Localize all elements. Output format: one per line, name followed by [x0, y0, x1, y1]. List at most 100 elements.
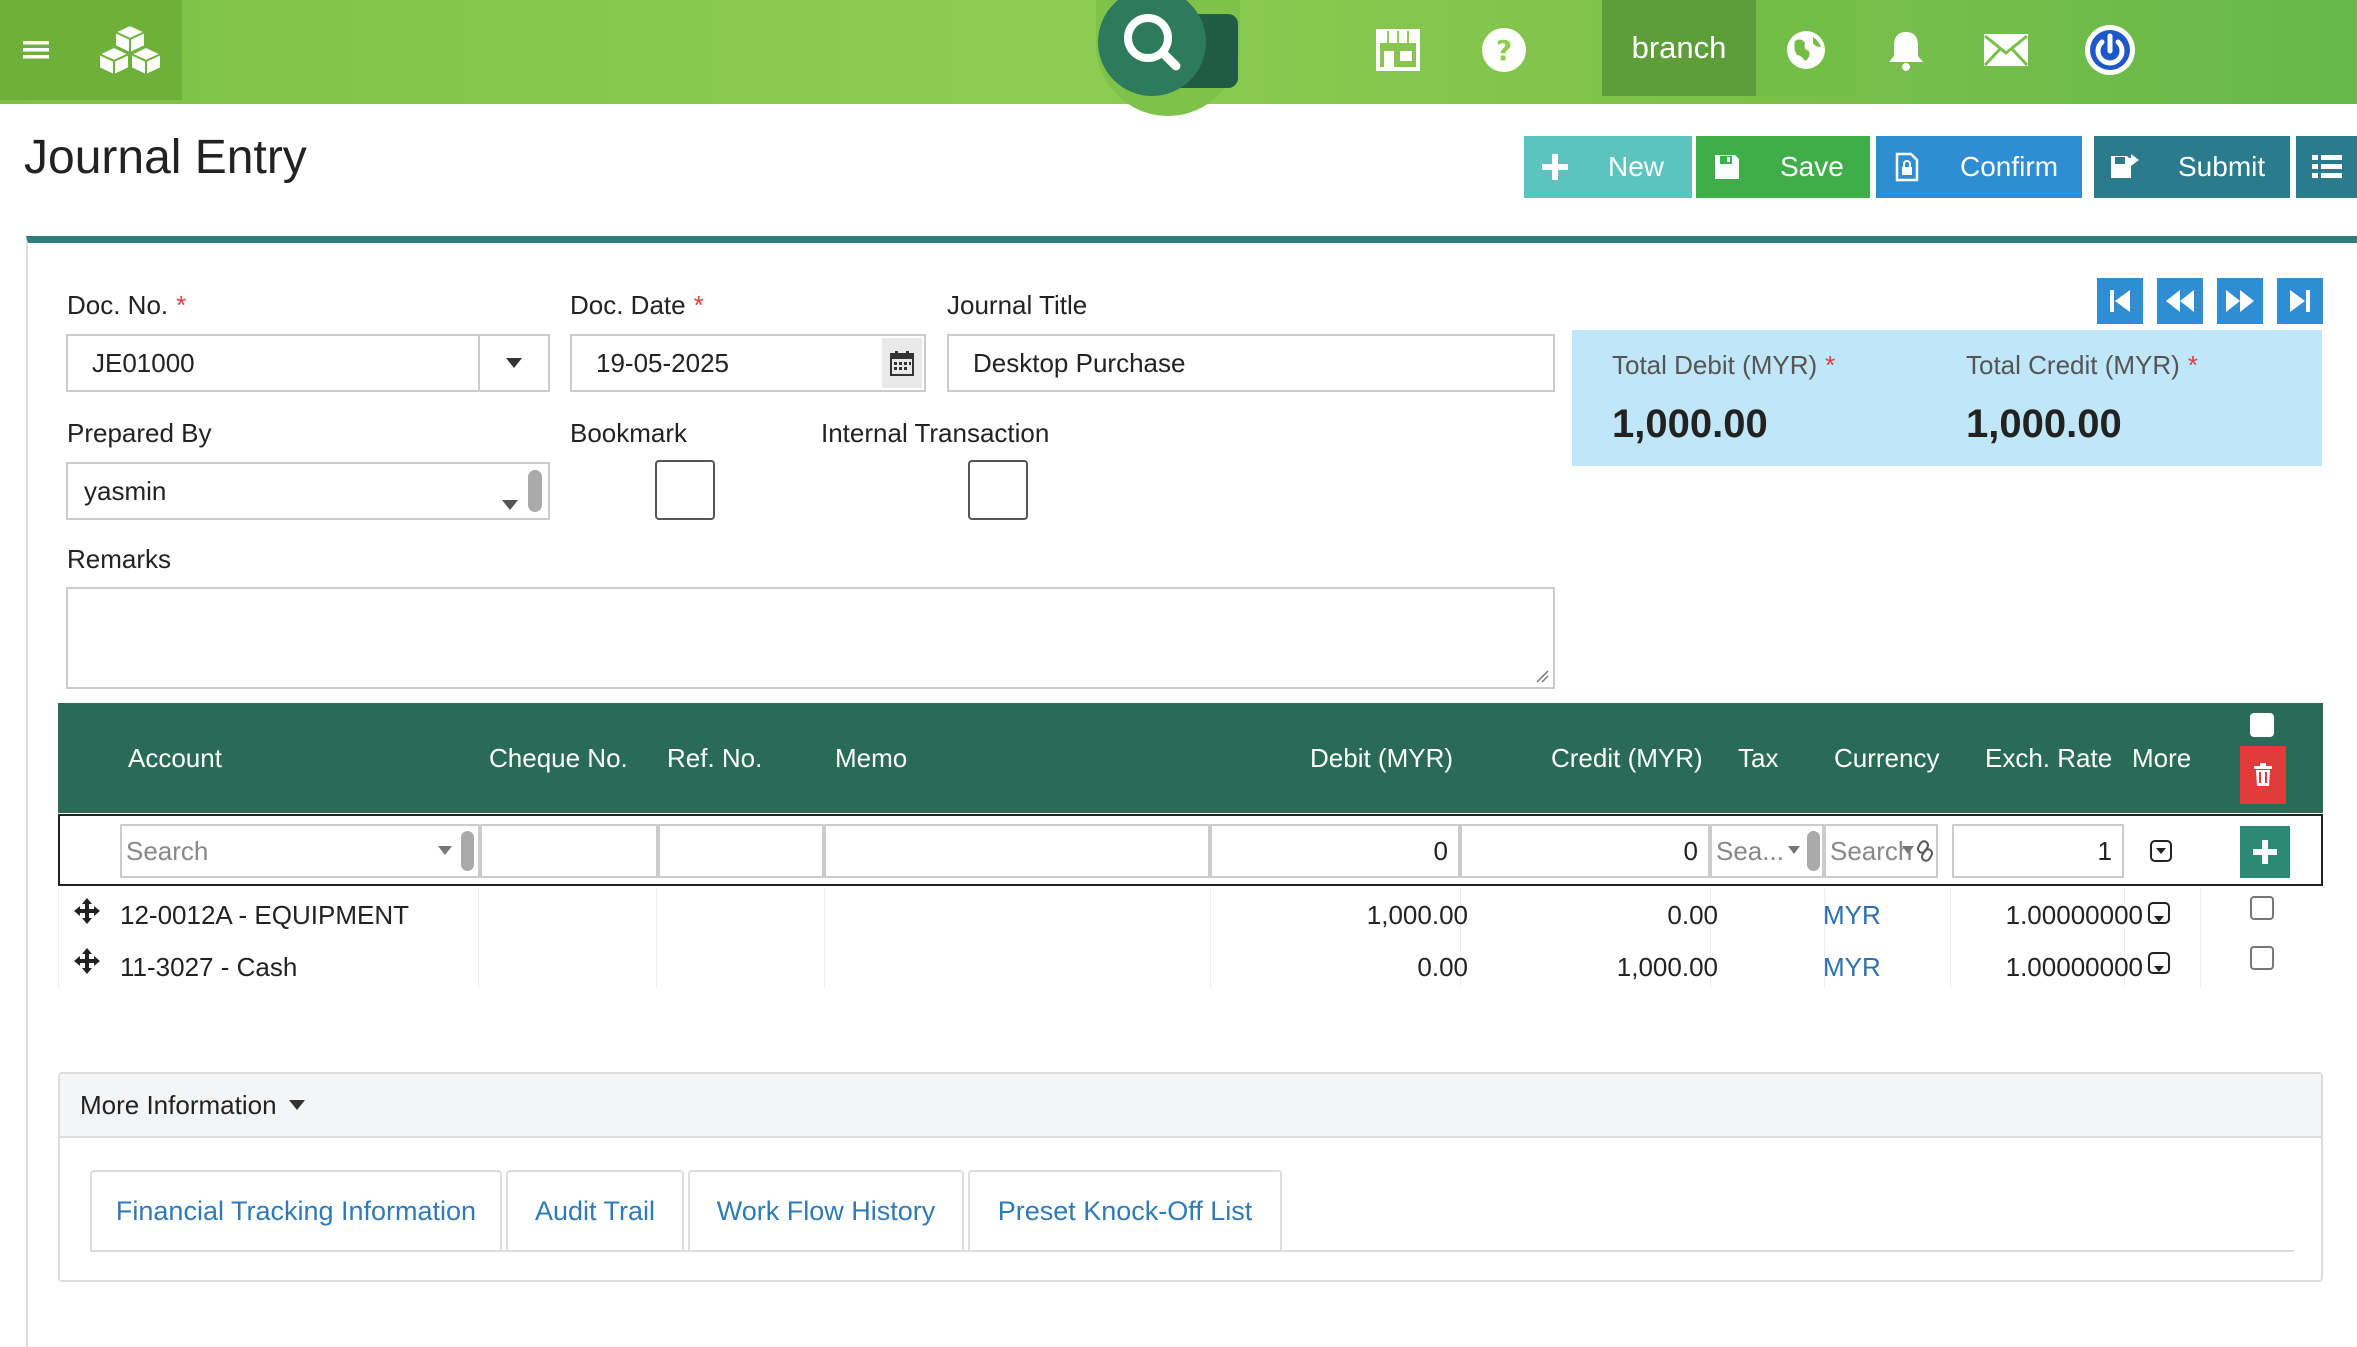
journal-title-value: Desktop Purchase — [973, 347, 1186, 378]
power-icon — [2085, 25, 2135, 75]
submit-label: Submit — [2178, 151, 2266, 182]
more-information-toggle[interactable]: More Information — [60, 1074, 2321, 1138]
date-picker-button[interactable] — [882, 338, 922, 388]
tab-label: Financial Tracking Information — [115, 1195, 477, 1226]
drag-handle-icon[interactable] — [74, 948, 100, 974]
memo-input[interactable] — [824, 824, 1210, 878]
doc-date-input[interactable]: 19-05-2025 — [570, 334, 926, 392]
plus-icon — [1524, 153, 1586, 181]
col-credit: Credit (MYR) — [1551, 743, 1703, 773]
currency-search-input[interactable]: Search — [1824, 824, 1938, 878]
help-button[interactable]: ? — [1476, 0, 1532, 100]
row-exch-rate: 1.00000000 — [2005, 900, 2143, 930]
resize-handle-icon[interactable] — [1535, 669, 1549, 683]
row-credit: 1,000.00 — [1616, 952, 1718, 982]
submit-save-icon — [2094, 152, 2156, 182]
store-button[interactable] — [1370, 0, 1426, 100]
tab-label: Audit Trail — [534, 1195, 656, 1226]
total-debit-value: 1,000.00 — [1612, 402, 1768, 446]
col-account: Account — [128, 743, 222, 773]
col-memo: Memo — [835, 743, 908, 773]
remarks-textarea[interactable] — [66, 587, 1555, 689]
submit-button[interactable]: Submit — [2094, 136, 2290, 198]
first-record-button[interactable] — [2097, 278, 2143, 324]
row-select-checkbox[interactable] — [2250, 896, 2274, 920]
bookmark-checkbox[interactable] — [655, 460, 715, 520]
add-row-button[interactable] — [2240, 826, 2290, 878]
save-button[interactable]: Save — [1696, 136, 1870, 198]
more-options-icon[interactable] — [2148, 902, 2170, 924]
prepared-by-value: yasmin — [84, 475, 167, 506]
notifications-button[interactable] — [1880, 0, 1932, 100]
tab-financial-tracking[interactable]: Financial Tracking Information — [90, 1170, 502, 1250]
col-ref-no: Ref. No. — [667, 743, 763, 773]
row-credit: 0.00 — [1667, 900, 1718, 930]
doc-no-input[interactable]: JE01000 — [66, 334, 550, 392]
account-search-placeholder: Search — [126, 835, 209, 866]
tab-preset-knock-off[interactable]: Preset Knock-Off List — [968, 1170, 1282, 1250]
new-button[interactable]: New — [1524, 136, 1692, 198]
next-record-button[interactable] — [2217, 278, 2263, 324]
table-row[interactable]: 11-3027 - Cash 0.00 1,000.00 MYR 1.00000… — [58, 940, 2323, 992]
hamburger-icon — [23, 41, 49, 59]
doc-no-dropdown[interactable] — [478, 336, 548, 390]
internal-transaction-checkbox[interactable] — [968, 460, 1028, 520]
list-icon — [2311, 155, 2342, 178]
delete-rows-button[interactable] — [2240, 746, 2286, 804]
tab-work-flow-history[interactable]: Work Flow History — [688, 1170, 964, 1250]
row-select-checkbox[interactable] — [2250, 946, 2274, 970]
scrollbar-handle[interactable] — [461, 831, 474, 871]
boxes-logo-icon — [97, 23, 163, 77]
account-search-input[interactable]: Search — [120, 824, 480, 878]
list-view-button[interactable] — [2296, 136, 2357, 198]
caret-down-icon — [288, 1100, 305, 1110]
cheque-no-input[interactable] — [480, 824, 658, 878]
row-account: 11-3027 - Cash — [120, 952, 298, 982]
col-currency: Currency — [1834, 743, 1940, 773]
first-icon — [2110, 290, 2130, 312]
messages-button[interactable] — [1978, 0, 2034, 100]
prepared-by-select[interactable]: yasmin — [66, 462, 550, 520]
caret-down-icon — [506, 358, 522, 368]
link-icon[interactable] — [1916, 840, 1934, 862]
branch-label: branch — [1631, 30, 1727, 65]
row-account: 12-0012A - EQUIPMENT — [120, 900, 409, 930]
journal-title-input[interactable]: Desktop Purchase — [947, 334, 1555, 392]
caret-down-icon — [438, 846, 452, 855]
previous-record-button[interactable] — [2157, 278, 2203, 324]
home-logo[interactable] — [90, 0, 170, 100]
save-label: Save — [1780, 151, 1844, 182]
debit-input[interactable]: 0 — [1210, 824, 1460, 878]
branch-selector[interactable]: branch — [1602, 0, 1756, 96]
last-record-button[interactable] — [2277, 278, 2323, 324]
tab-audit-trail[interactable]: Audit Trail — [506, 1170, 684, 1250]
credit-input[interactable]: 0 — [1460, 824, 1710, 878]
table-row[interactable]: 12-0012A - EQUIPMENT 1,000.00 0.00 MYR 1… — [58, 888, 2323, 940]
totals-box: Total Debit (MYR) * 1,000.00 Total Credit… — [1572, 330, 2322, 466]
menu-button[interactable] — [0, 0, 72, 100]
page-title: Journal Entry — [24, 131, 307, 184]
scrollbar-handle[interactable] — [528, 470, 542, 512]
total-debit-label: Total Debit (MYR) * — [1612, 350, 1836, 380]
select-all-checkbox[interactable] — [2250, 713, 2274, 737]
ref-no-input[interactable] — [658, 824, 824, 878]
exch-rate-input[interactable]: 1 — [1952, 824, 2124, 878]
drag-handle-icon[interactable] — [74, 898, 100, 924]
journal-title-label: Journal Title — [947, 290, 1088, 320]
row-currency-link[interactable]: MYR — [1823, 952, 1881, 983]
forward-icon — [2226, 290, 2254, 312]
row-debit: 0.00 — [1417, 952, 1468, 982]
caret-down-icon — [502, 486, 518, 517]
search-button[interactable] — [1098, 0, 1206, 96]
tax-search-input[interactable]: Sea... — [1710, 824, 1824, 878]
more-options-icon[interactable] — [2148, 952, 2170, 974]
row-exch-rate: 1.00000000 — [2005, 952, 2143, 982]
confirm-button[interactable]: Confirm — [1876, 136, 2082, 198]
logout-button[interactable] — [2082, 0, 2138, 100]
scrollbar-handle[interactable] — [1807, 831, 1820, 871]
language-button[interactable] — [1780, 0, 1832, 100]
more-options-icon[interactable] — [2150, 840, 2172, 862]
bookmark-label: Bookmark — [570, 418, 688, 448]
store-icon — [1376, 29, 1420, 71]
row-currency-link[interactable]: MYR — [1823, 900, 1881, 931]
